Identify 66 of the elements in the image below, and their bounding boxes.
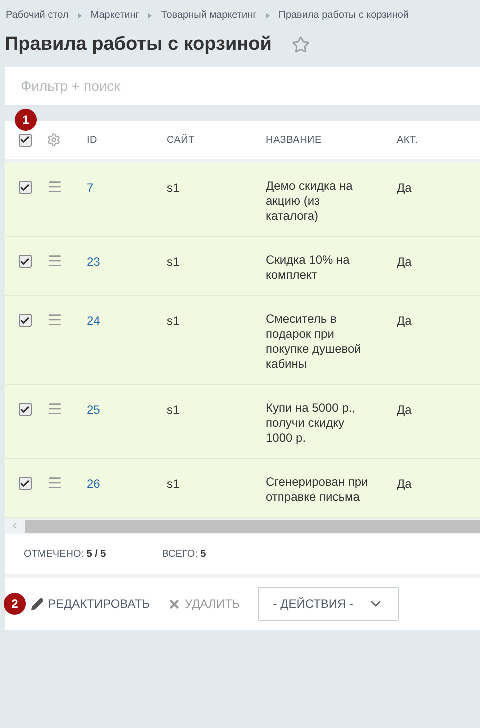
checked-count: ОТМЕЧЕНО: 5 / 5 — [24, 548, 106, 562]
table-cell-text: s1 — [167, 254, 181, 271]
table-cell-text: Да — [397, 180, 413, 197]
drag-handle-icon[interactable] — [47, 312, 63, 328]
drag-handle-icon[interactable] — [47, 401, 63, 417]
table-cell-text: Да — [397, 313, 413, 330]
close-icon — [168, 598, 182, 610]
table-cell-text: Да — [397, 476, 413, 493]
table-cell-text: Купи на 5000 р., получи скидку 1000 р. — [266, 401, 357, 446]
table-cell-text: Смеситель в подарок при покупке душевой кабины — [266, 312, 362, 372]
column-header[interactable]: АКТ. — [397, 132, 457, 148]
breadcrumb-separator-icon — [266, 12, 270, 18]
check-icon — [20, 316, 30, 326]
table-row[interactable]: 7 s1 Демо скидка на акцию (из каталога) Да — [5, 163, 480, 237]
breadcrumb-separator-icon — [78, 12, 82, 18]
checkbox[interactable] — [18, 403, 32, 416]
check-icon — [20, 478, 30, 488]
check-icon — [20, 404, 30, 414]
table-row[interactable]: 24 s1 Смеситель в подарок при покупке душевой кабины Да — [5, 296, 480, 385]
breadcrumb-link[interactable]: Товарный маркетинг — [161, 8, 257, 23]
checkbox[interactable] — [18, 255, 32, 268]
breadcrumb-link[interactable]: Рабочий стол — [6, 8, 69, 23]
step-marker: 2 — [4, 593, 26, 615]
table-cell-text: s1 — [167, 476, 181, 493]
table-cell-text: Скидка 10% на комплект — [266, 253, 351, 283]
check-icon — [20, 135, 30, 145]
total-count: ВСЕГО: 5 — [162, 548, 206, 562]
drag-handle-icon[interactable] — [47, 179, 63, 195]
checkbox[interactable] — [18, 477, 32, 490]
table-cell-text: 24 — [87, 313, 102, 330]
table-row[interactable]: 25 s1 Купи на 5000 р., получи скидку 1000 р. Да — [5, 385, 480, 459]
drag-handle-icon[interactable] — [47, 475, 63, 491]
table-cell-text: 7 — [87, 180, 95, 197]
table-cell-text: 25 — [87, 402, 102, 419]
horizontal-scrollbar[interactable] — [5, 518, 480, 534]
drag-handle-icon[interactable] — [47, 253, 63, 269]
breadcrumb-link[interactable]: Маркетинг — [90, 8, 140, 23]
step-marker: 1 — [15, 109, 37, 131]
table-cell-text: s1 — [167, 402, 181, 419]
table-cell-text: s1 — [167, 313, 181, 330]
actions-dropdown[interactable]: - ДЕЙСТВИЯ - — [258, 587, 399, 621]
edit-button[interactable]: РЕДАКТИРОВАТЬ — [23, 595, 150, 613]
pencil-icon — [31, 598, 44, 610]
table-cell-text: Сгенерирован при отправке письма — [266, 475, 370, 505]
table-cell-text: 26 — [87, 476, 102, 493]
check-icon — [20, 182, 30, 192]
breadcrumb-link[interactable]: Правила работы с корзиной — [278, 8, 409, 23]
table-cell-text: Да — [397, 402, 413, 419]
filter-search-field[interactable]: Фильтр + поиск — [5, 67, 480, 105]
table-row[interactable]: 26 s1 Сгенерирован при отправке письма Да — [5, 459, 480, 518]
column-header[interactable]: ID — [87, 132, 167, 148]
table-row[interactable]: 23 s1 Скидка 10% на комплект Да — [5, 237, 480, 296]
checkbox[interactable] — [18, 181, 32, 194]
column-header[interactable]: НАЗВАНИЕ — [266, 132, 397, 148]
table-cell-text: Демо скидка на акцию (из каталога) — [266, 179, 354, 224]
checkbox[interactable] — [18, 134, 32, 146]
settings-icon[interactable] — [47, 133, 61, 147]
column-header[interactable]: САЙТ — [167, 132, 266, 148]
page-title: Правила работы с корзиной — [5, 33, 272, 57]
check-icon — [20, 256, 30, 266]
table-cell-text: 23 — [87, 254, 102, 271]
table-cell-text: s1 — [167, 180, 181, 197]
breadcrumb-separator-icon — [148, 12, 152, 18]
favorite-star-icon[interactable] — [292, 36, 310, 54]
checkbox[interactable] — [18, 314, 32, 327]
table-cell-text: Да — [397, 254, 413, 271]
